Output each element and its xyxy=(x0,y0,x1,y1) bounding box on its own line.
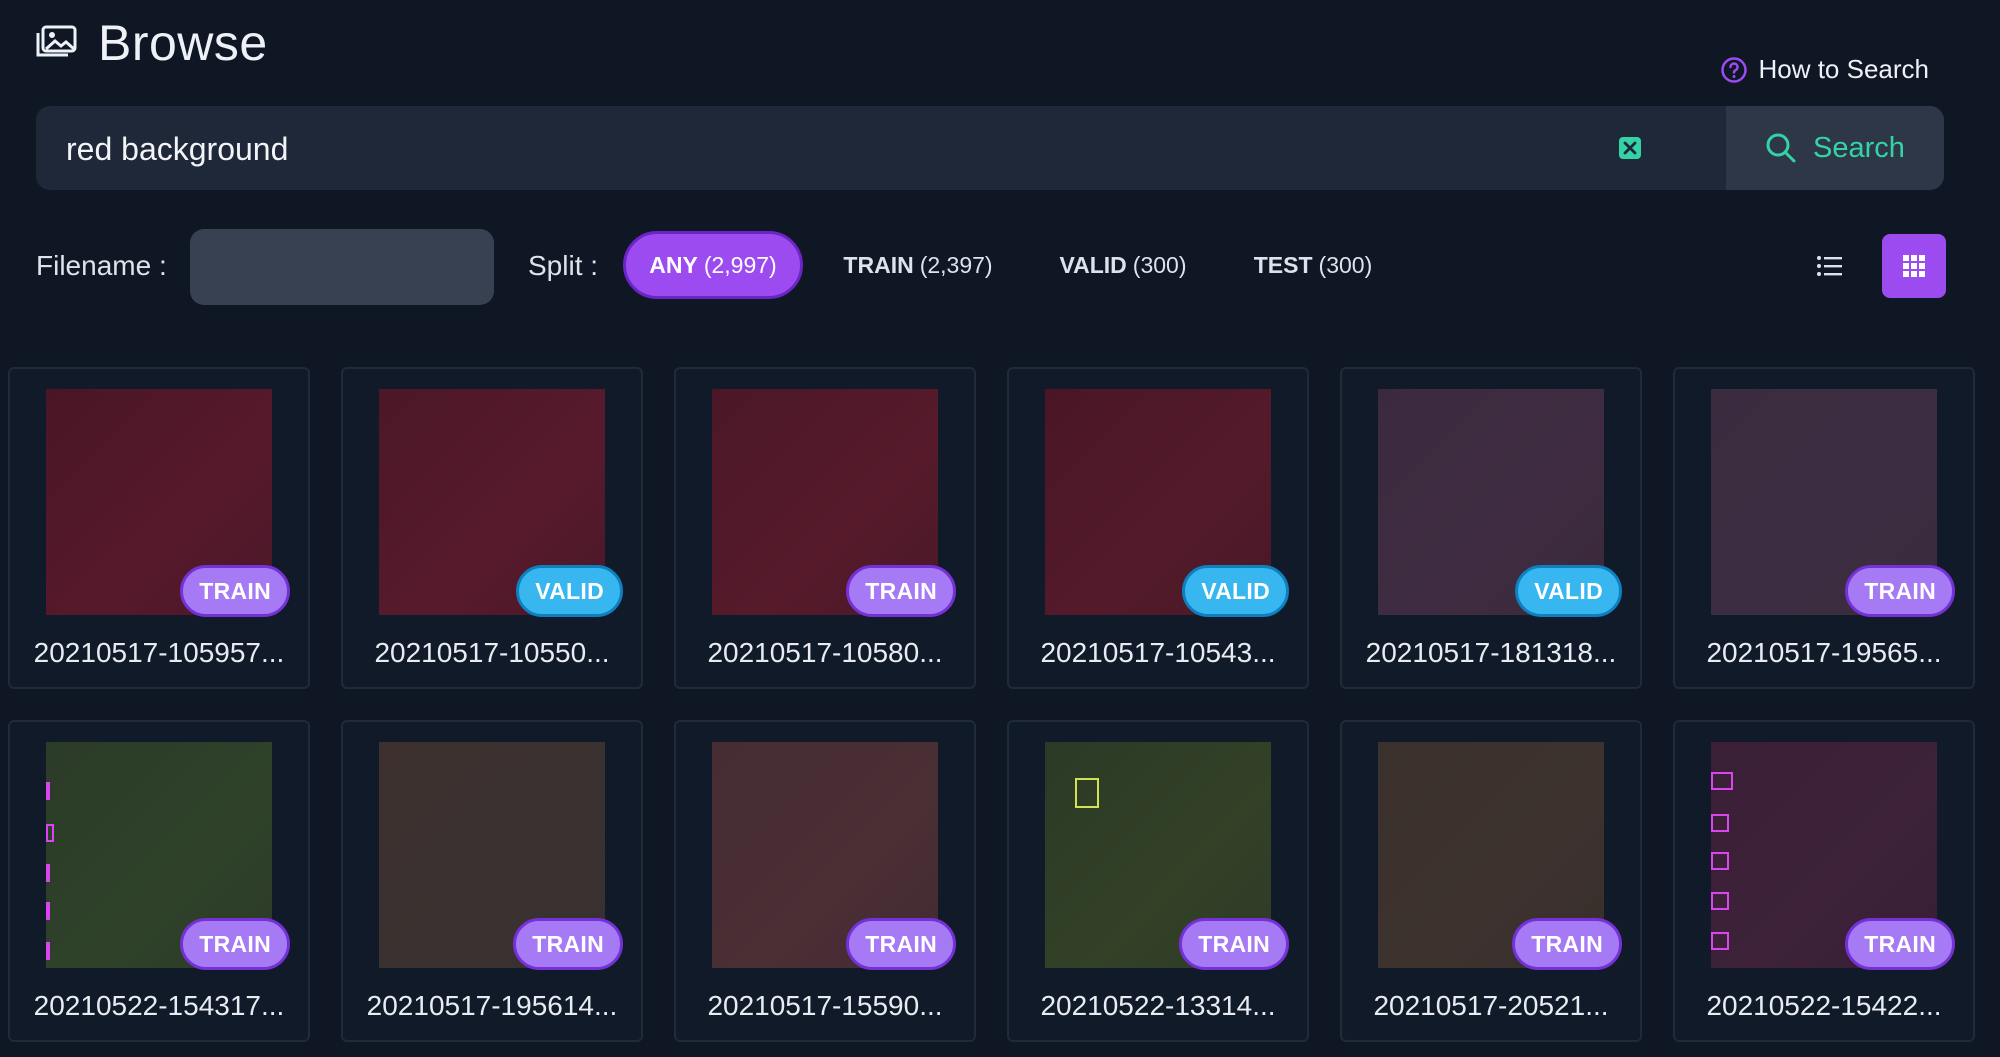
image-card[interactable]: VALID 20210517-10550... xyxy=(341,367,643,689)
image-card[interactable]: TRAIN 20210522-154317... xyxy=(8,720,310,1042)
search-button[interactable]: Search xyxy=(1726,106,1944,190)
split-badge: VALID xyxy=(1515,565,1622,617)
image-filename: 20210517-20521... xyxy=(1373,990,1609,1021)
search-bar: Search xyxy=(36,106,1944,190)
split-train-pill[interactable]: TRAIN (2,397) xyxy=(830,231,1006,299)
image-card[interactable]: VALID 20210517-10543... xyxy=(1007,367,1309,689)
filter-row: Filename : Split : ANY (2,997) TRAIN (2,… xyxy=(0,228,2000,308)
image-card[interactable]: TRAIN 20210517-195614... xyxy=(341,720,643,1042)
split-badge: TRAIN xyxy=(1512,918,1622,970)
question-circle-icon xyxy=(1721,56,1748,83)
split-badge: TRAIN xyxy=(513,918,623,970)
image-card[interactable]: TRAIN 20210517-19565... xyxy=(1673,367,1975,689)
list-view-button[interactable] xyxy=(1806,242,1854,290)
filename-label: Filename : xyxy=(36,250,167,281)
image-filename: 20210517-105957... xyxy=(33,637,285,668)
image-card[interactable]: TRAIN 20210517-10580... xyxy=(674,367,976,689)
split-badge: TRAIN xyxy=(180,565,290,617)
annotation-box xyxy=(1711,892,1729,910)
split-valid-pill[interactable]: VALID (300) xyxy=(1048,231,1198,299)
image-filename: 20210522-13314... xyxy=(1040,990,1276,1021)
annotation-box xyxy=(46,782,50,800)
how-to-search-label: How to Search xyxy=(1758,54,1929,84)
image-filename: 20210517-10580... xyxy=(707,637,943,668)
annotation-box xyxy=(1711,852,1729,870)
split-name: TRAIN xyxy=(843,251,914,278)
split-name: VALID xyxy=(1059,251,1127,278)
split-label: Split : xyxy=(528,250,599,281)
image-card[interactable]: TRAIN 20210517-105957... xyxy=(8,367,310,689)
annotation-box xyxy=(1075,778,1099,808)
split-name: ANY xyxy=(649,251,698,278)
list-view-icon xyxy=(1817,256,1842,276)
image-card[interactable]: TRAIN 20210517-20521... xyxy=(1340,720,1642,1042)
split-badge: VALID xyxy=(516,565,623,617)
annotation-box xyxy=(46,864,50,882)
annotation-box xyxy=(1711,932,1729,950)
split-any-pill[interactable]: ANY (2,997) xyxy=(623,231,803,299)
image-card[interactable]: VALID 20210517-181318... xyxy=(1340,367,1642,689)
image-card[interactable]: TRAIN 20210517-15590... xyxy=(674,720,976,1042)
image-filename: 20210517-10550... xyxy=(374,637,610,668)
split-count: (300) xyxy=(1132,251,1187,278)
split-badge: TRAIN xyxy=(1179,918,1289,970)
image-card[interactable]: TRAIN 20210522-13314... xyxy=(1007,720,1309,1042)
image-card[interactable]: TRAIN 20210522-15422... xyxy=(1673,720,1975,1042)
annotation-box xyxy=(46,942,50,960)
split-test-pill[interactable]: TEST (300) xyxy=(1243,231,1383,299)
split-badge: TRAIN xyxy=(1845,918,1955,970)
image-filename: 20210517-19565... xyxy=(1706,637,1942,668)
annotation-box xyxy=(46,824,54,842)
image-filename: 20210517-195614... xyxy=(366,990,618,1021)
annotation-box xyxy=(1711,814,1729,832)
image-filename: 20210517-181318... xyxy=(1365,637,1617,668)
filename-input[interactable] xyxy=(190,229,494,305)
images-icon xyxy=(36,25,77,57)
grid-view-icon xyxy=(1903,255,1925,277)
split-badge: TRAIN xyxy=(846,565,956,617)
grid-view-button[interactable] xyxy=(1882,234,1946,298)
image-filename: 20210517-15590... xyxy=(707,990,943,1021)
annotation-box xyxy=(46,902,50,920)
annotation-box xyxy=(1711,772,1733,790)
clear-x-icon[interactable] xyxy=(1618,136,1642,160)
split-count: (300) xyxy=(1318,251,1373,278)
how-to-search-link[interactable]: How to Search xyxy=(1720,54,1929,85)
split-count: (2,997) xyxy=(703,251,777,278)
page-header: Browse xyxy=(34,14,268,72)
split-badge: VALID xyxy=(1182,565,1289,617)
search-button-label: Search xyxy=(1813,131,1905,164)
image-filename: 20210522-154317... xyxy=(33,990,285,1021)
split-badge: TRAIN xyxy=(1845,565,1955,617)
search-input[interactable] xyxy=(64,106,1628,190)
image-filename: 20210522-15422... xyxy=(1706,990,1942,1021)
image-filename: 20210517-10543... xyxy=(1040,637,1276,668)
split-count: (2,397) xyxy=(919,251,993,278)
magnifier-icon xyxy=(1766,133,1796,163)
split-badge: TRAIN xyxy=(180,918,290,970)
split-badge: TRAIN xyxy=(846,918,956,970)
split-name: TEST xyxy=(1253,251,1313,278)
page-title: Browse xyxy=(98,15,268,71)
